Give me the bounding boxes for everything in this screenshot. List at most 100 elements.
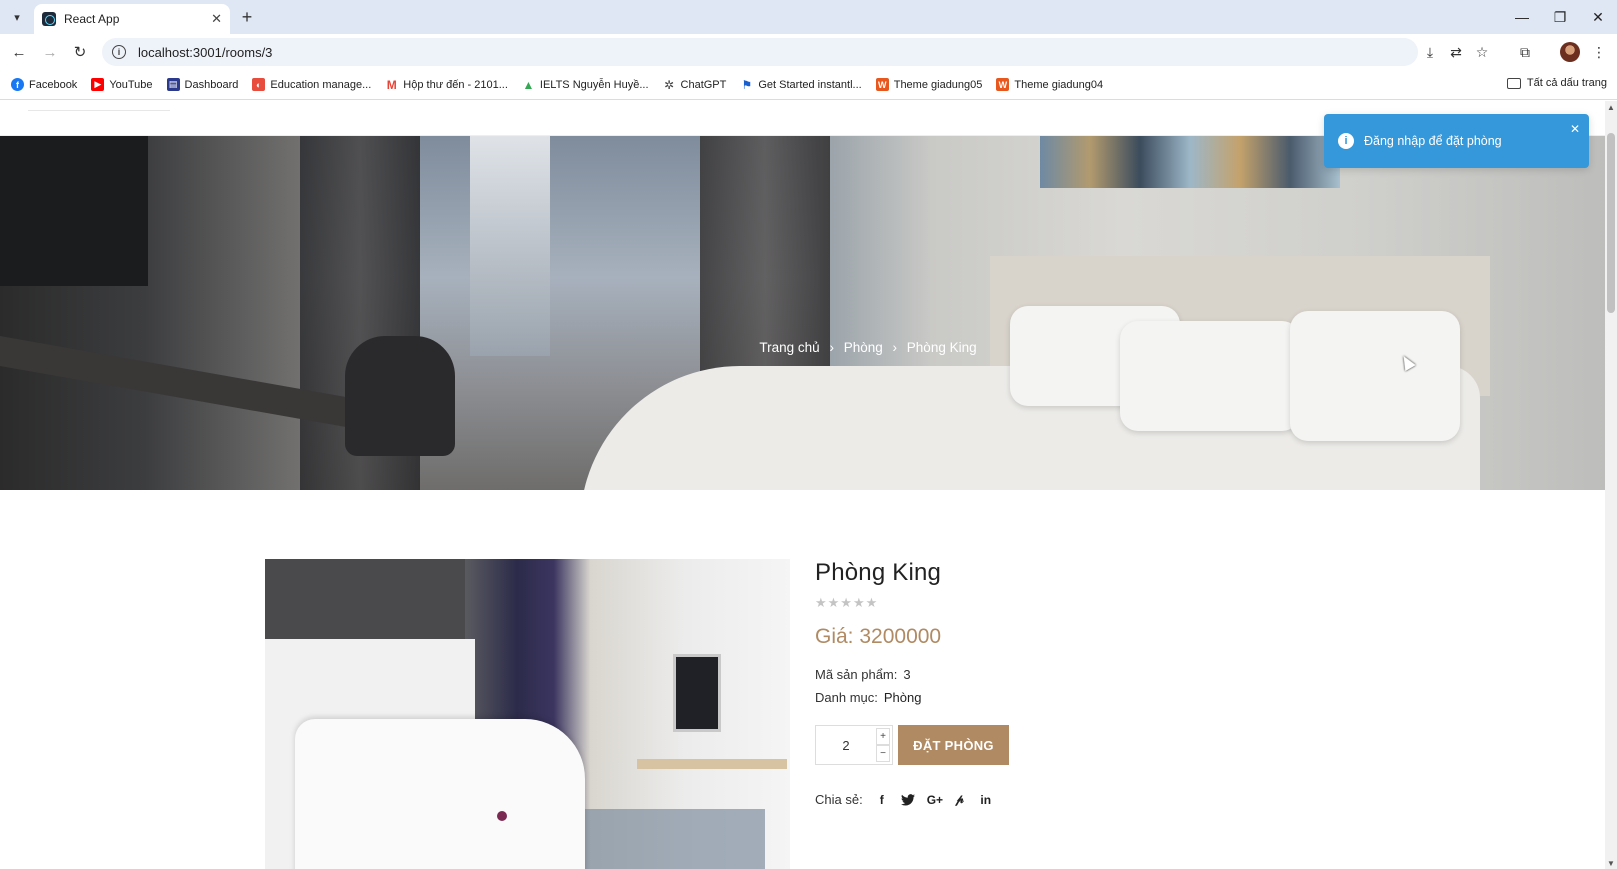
education-icon: ◐ xyxy=(252,78,266,91)
bookmark-label: Dashboard xyxy=(184,78,239,91)
page-viewport: Trang chủ › Phòng › Phòng King i Đăng nh… xyxy=(0,101,1605,869)
bookmark-label: Theme giadung05 xyxy=(893,78,983,91)
pinterest-icon[interactable]: 𝓅 xyxy=(953,792,967,807)
hero-pillow xyxy=(1120,321,1300,431)
info-icon: i xyxy=(1338,133,1354,149)
quantity-stepper[interactable]: 2 + − xyxy=(815,725,893,765)
bookmark-star-icon[interactable]: ☆ xyxy=(1472,42,1492,62)
bookmark-label: Education manage... xyxy=(270,78,372,91)
extensions-icon[interactable]: ⧉ xyxy=(1515,42,1535,62)
site-logo[interactable] xyxy=(28,101,170,111)
toast-message: Đăng nhập để đặt phòng xyxy=(1364,134,1502,148)
product-title: Phòng King xyxy=(815,559,942,586)
facebook-icon[interactable]: f xyxy=(875,793,889,807)
theme-icon: W xyxy=(996,78,1010,91)
window-close-icon[interactable]: ✕ xyxy=(1587,6,1609,28)
increment-icon[interactable]: + xyxy=(876,728,890,745)
decrement-icon[interactable]: − xyxy=(876,745,890,762)
breadcrumb-current: Phòng King xyxy=(906,340,977,355)
bookmark-item[interactable]: ▤ Dashboard xyxy=(166,78,239,91)
forward-icon[interactable]: → xyxy=(40,42,60,62)
restore-icon[interactable]: ❐ xyxy=(1549,6,1571,28)
hero-artwork xyxy=(1040,136,1340,188)
reload-icon[interactable]: ↻ xyxy=(70,42,90,62)
tab-search-icon[interactable]: ▾ xyxy=(6,6,28,28)
bookmark-item[interactable]: ⚑ Get Started instantl... xyxy=(740,78,861,92)
folder-icon xyxy=(1506,77,1521,89)
bookmark-label: IELTS Nguyễn Huyề... xyxy=(539,78,649,91)
chatgpt-icon: ✲ xyxy=(663,77,675,92)
translate-icon[interactable]: ⇄ xyxy=(1446,42,1466,62)
all-bookmarks-button[interactable]: Tất cả dấu trang xyxy=(1506,77,1607,89)
hero-banner: Trang chủ › Phòng › Phòng King xyxy=(0,136,1605,490)
page-scrollbar[interactable]: ▲ ▼ xyxy=(1605,101,1617,869)
install-app-icon[interactable]: ⤓ xyxy=(1420,42,1440,62)
bookmarks-bar: f Facebook ▶ YouTube ▤ Dashboard ◐ Education ma… xyxy=(0,70,1617,100)
breadcrumb-home[interactable]: Trang chủ xyxy=(759,340,819,355)
youtube-icon: ▶ xyxy=(91,78,105,91)
category-row: Danh mục: Phòng xyxy=(815,686,1415,709)
product-image xyxy=(265,559,790,869)
bookmark-label: Facebook xyxy=(29,78,78,91)
drive-icon: ▲ xyxy=(522,77,535,92)
room-rug xyxy=(565,809,765,869)
site-info-icon[interactable]: i xyxy=(112,45,126,59)
tab-close-icon[interactable]: ✕ xyxy=(211,11,222,27)
bookmark-item[interactable]: M Hộp thư đến - 2101... xyxy=(385,77,508,92)
all-bookmarks-label: Tất cả dấu trang xyxy=(1526,77,1607,89)
scroll-down-icon[interactable]: ▼ xyxy=(1605,857,1617,869)
scroll-thumb[interactable] xyxy=(1607,133,1615,313)
minimize-icon[interactable]: — xyxy=(1511,6,1533,28)
scroll-up-icon[interactable]: ▲ xyxy=(1605,101,1617,113)
react-favicon-icon xyxy=(42,12,56,26)
bookmark-label: YouTube xyxy=(109,78,153,91)
bookmark-label: ChatGPT xyxy=(680,78,727,91)
category-label: Danh mục: xyxy=(815,690,878,705)
product-meta: Mã sản phẩm: 3 Danh mục: Phòng xyxy=(815,663,1415,709)
twitter-icon[interactable] xyxy=(900,793,915,806)
browser-menu-icon[interactable]: ⋮ xyxy=(1589,42,1609,62)
book-room-button[interactable]: ĐẶT PHÒNG xyxy=(898,725,1009,765)
tab-title: React App xyxy=(64,12,120,26)
category-value[interactable]: Phòng xyxy=(884,690,922,705)
bookmark-label: Hộp thư đến - 2101... xyxy=(403,78,508,91)
new-tab-button[interactable]: + xyxy=(236,6,258,28)
sku-row: Mã sản phẩm: 3 xyxy=(815,663,1415,686)
product-info: Phòng King ★★★★★ Giá: 3200000 Mã sản phẩ… xyxy=(815,559,1415,709)
share-label: Chia sẻ: xyxy=(815,792,863,807)
google-plus-icon[interactable]: G+ xyxy=(927,793,943,807)
address-bar[interactable]: i localhost:3001/rooms/3 xyxy=(102,38,1418,66)
bookmark-label: Theme giadung04 xyxy=(1014,78,1104,91)
facebook-icon: f xyxy=(11,78,24,91)
quantity-input[interactable]: 2 xyxy=(816,738,876,753)
bookmark-item[interactable]: ▲ IELTS Nguyễn Huyề... xyxy=(522,77,649,92)
bookmark-item[interactable]: ✲ ChatGPT xyxy=(663,77,727,92)
bookmark-item[interactable]: ▶ YouTube xyxy=(91,78,153,91)
room-flower xyxy=(497,811,507,821)
toast-close-icon[interactable]: ✕ xyxy=(1570,122,1580,136)
hero-tv xyxy=(0,136,148,286)
room-shelf xyxy=(637,759,787,769)
bookmark-item[interactable]: f Facebook xyxy=(11,78,77,91)
rating-stars: ★★★★★ xyxy=(815,595,879,610)
login-toast: i Đăng nhập để đặt phòng ✕ xyxy=(1324,114,1589,168)
sku-label: Mã sản phẩm: xyxy=(815,667,898,682)
theme-icon: W xyxy=(875,78,889,91)
browser-toolbar: ← → ↻ i localhost:3001/rooms/3 ⤓ ⇄ ☆ ⧉ ⋮ xyxy=(0,34,1617,70)
sku-value: 3 xyxy=(903,667,911,682)
back-icon[interactable]: ← xyxy=(9,42,29,62)
share-row: Chia sẻ: f G+ 𝓅 in xyxy=(815,792,993,807)
breadcrumb-rooms[interactable]: Phòng xyxy=(844,340,883,355)
hero-building xyxy=(470,136,550,356)
hero-pillow xyxy=(1290,311,1460,441)
gmail-icon: M xyxy=(386,77,397,92)
linkedin-icon[interactable]: in xyxy=(979,793,993,807)
bookmark-item[interactable]: ◐ Education manage... xyxy=(252,78,371,91)
bookmark-item[interactable]: W Theme giadung04 xyxy=(996,78,1103,91)
browser-tab[interactable]: React App ✕ xyxy=(34,4,230,34)
chevron-right-icon: › xyxy=(892,340,898,355)
room-bed xyxy=(295,719,585,869)
booking-row: 2 + − ĐẶT PHÒNG xyxy=(815,725,1009,765)
profile-avatar[interactable] xyxy=(1560,42,1580,62)
bookmark-item[interactable]: W Theme giadung05 xyxy=(875,78,983,91)
